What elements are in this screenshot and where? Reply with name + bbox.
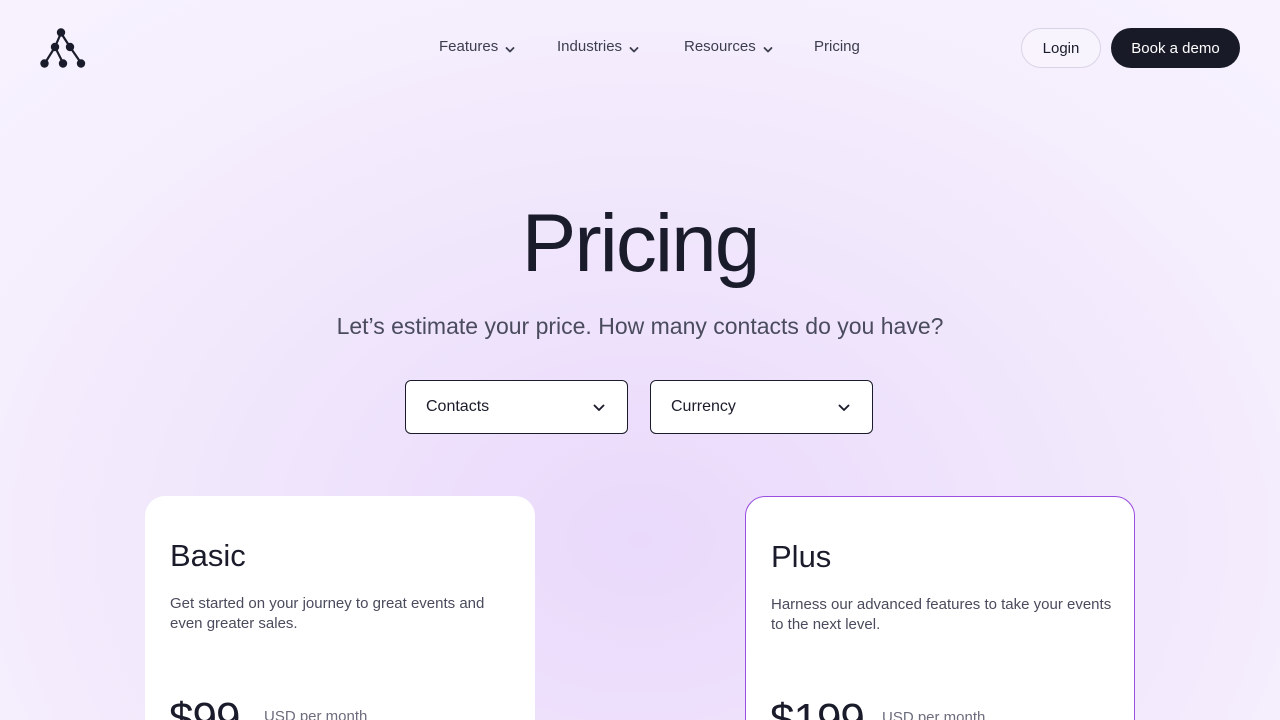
chevron-down-icon bbox=[593, 404, 605, 411]
plan-name: Basic bbox=[170, 538, 246, 573]
page-subtitle: Let’s estimate your price. How many cont… bbox=[336, 313, 944, 339]
login-button[interactable]: Login bbox=[1021, 28, 1101, 68]
nav-label: Industries bbox=[557, 38, 623, 55]
plan-description: Harness our advanced features to take yo… bbox=[771, 596, 1112, 633]
plan-price-unit: USD per month bbox=[264, 708, 368, 720]
page-title: Pricing bbox=[521, 198, 761, 289]
contacts-select[interactable]: Contacts bbox=[405, 380, 628, 434]
nav-label: Pricing bbox=[814, 38, 860, 55]
nav-item-industries[interactable]: Industries bbox=[557, 38, 639, 55]
nav-item-features[interactable]: Features bbox=[439, 38, 515, 55]
nav-label: Resources bbox=[684, 38, 756, 55]
chevron-down-icon bbox=[505, 46, 515, 52]
plan-description: Get started on your journey to great eve… bbox=[170, 595, 485, 632]
currency-select-value: Currency bbox=[671, 398, 736, 415]
book-demo-button[interactable]: Book a demo bbox=[1111, 28, 1240, 68]
plan-name: Plus bbox=[771, 539, 832, 574]
plan-price: $199 bbox=[770, 695, 865, 720]
nav-item-pricing[interactable]: Pricing bbox=[814, 38, 860, 55]
nav-item-resources[interactable]: Resources bbox=[684, 38, 773, 55]
nav-label: Features bbox=[439, 38, 499, 55]
chevron-down-icon bbox=[629, 46, 639, 52]
plan-price-unit: USD per month bbox=[882, 709, 986, 720]
site-header: Features Industries Resources Pricing Lo… bbox=[0, 0, 1280, 96]
chevron-down-icon bbox=[838, 404, 850, 411]
currency-select[interactable]: Currency bbox=[650, 380, 873, 434]
chevron-down-icon bbox=[763, 46, 773, 52]
plan-card-basic: Basic Get started on your journey to gre… bbox=[145, 496, 535, 720]
contacts-select-value: Contacts bbox=[426, 398, 490, 415]
plan-card-plus: Plus Harness our advanced features to ta… bbox=[745, 496, 1135, 720]
plan-price: $99 bbox=[169, 694, 240, 720]
